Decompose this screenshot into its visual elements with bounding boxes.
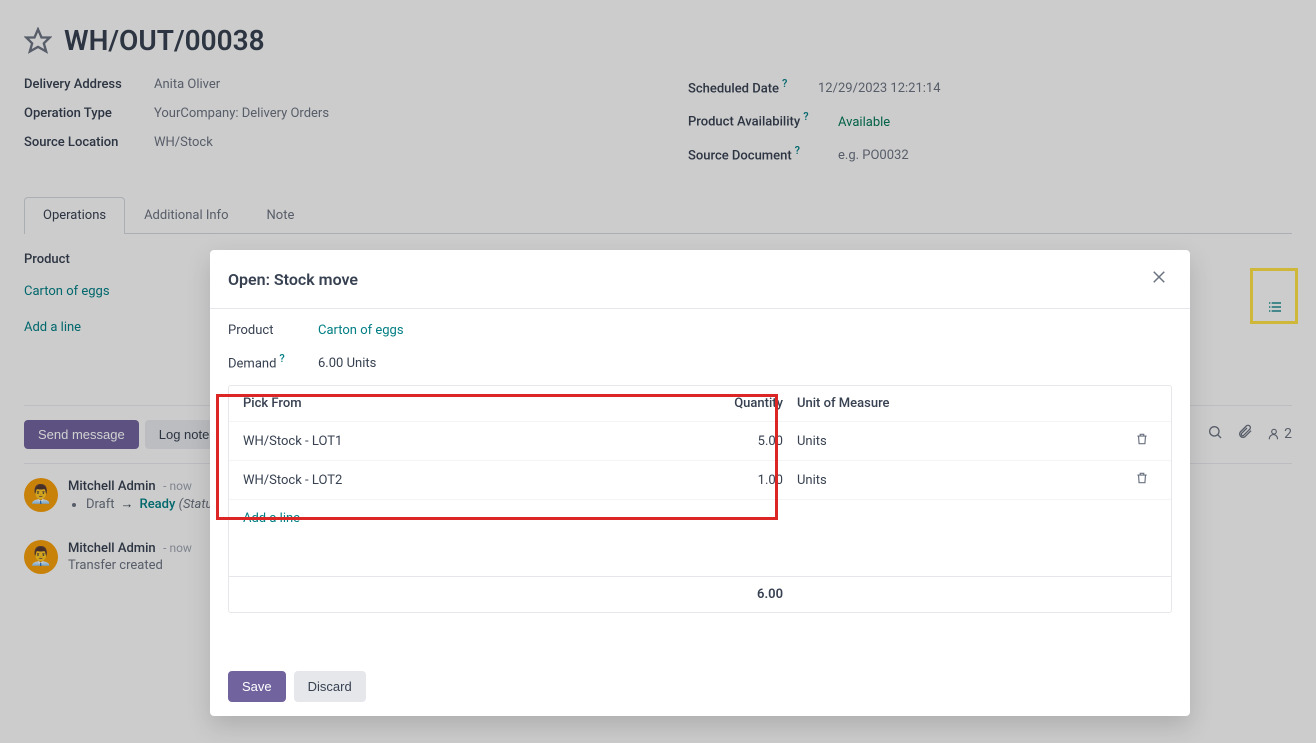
pick-from-header: Pick From	[243, 396, 693, 411]
table-row[interactable]: WH/Stock - LOT2 1.00 Units	[229, 460, 1171, 499]
discard-button[interactable]: Discard	[294, 671, 366, 702]
modal-demand-label: Demand?	[228, 352, 318, 371]
stock-move-modal: Open: Stock move Product Carton of eggs …	[210, 250, 1190, 716]
add-line-link[interactable]: Add a line	[243, 511, 300, 526]
quantity-cell[interactable]: 1.00	[693, 473, 783, 488]
table-row[interactable]: WH/Stock - LOT1 5.00 Units	[229, 421, 1171, 460]
total-quantity: 6.00	[693, 587, 783, 602]
quantity-cell[interactable]: 5.00	[693, 434, 783, 449]
uom-header: Unit of Measure	[783, 396, 1127, 411]
pick-from-cell[interactable]: WH/Stock - LOT2	[243, 473, 693, 488]
modal-product-link[interactable]: Carton of eggs	[318, 323, 404, 338]
uom-cell[interactable]: Units	[783, 434, 1127, 449]
modal-product-label: Product	[228, 323, 318, 338]
stock-move-lines-table: Pick From Quantity Unit of Measure WH/St…	[228, 385, 1172, 613]
modal-title: Open: Stock move	[228, 270, 358, 289]
quantity-header: Quantity	[693, 396, 783, 411]
close-icon[interactable]	[1146, 264, 1172, 294]
help-icon[interactable]: ?	[279, 352, 284, 365]
delete-icon[interactable]	[1127, 432, 1157, 450]
pick-from-cell[interactable]: WH/Stock - LOT1	[243, 434, 693, 449]
save-button[interactable]: Save	[228, 671, 286, 702]
uom-cell[interactable]: Units	[783, 473, 1127, 488]
delete-icon[interactable]	[1127, 471, 1157, 489]
modal-demand-value: 6.00 Units	[318, 356, 376, 371]
